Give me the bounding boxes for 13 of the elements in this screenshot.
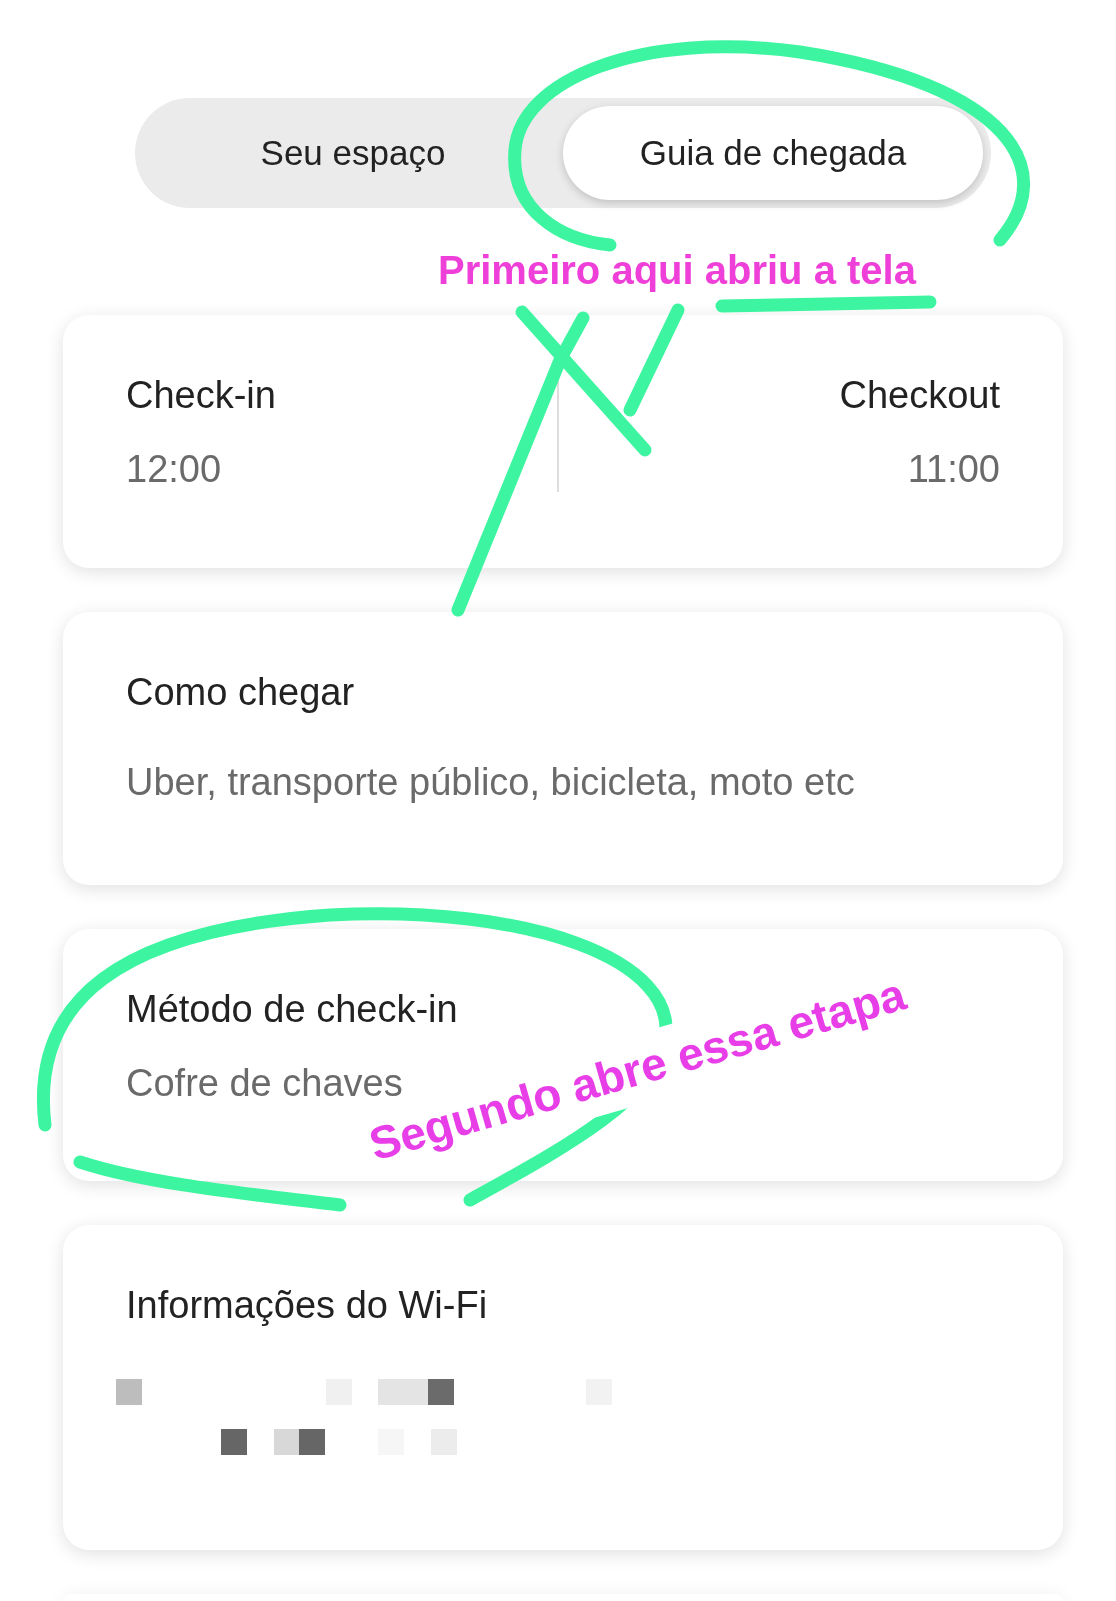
card[interactable]: Check-in 12:00 Checkout 11:00 — [63, 315, 1063, 568]
card[interactable]: Informações do Wi-Fi — [63, 1225, 1063, 1550]
time-value: 11:00 — [907, 446, 1000, 492]
time-label: Check-in — [126, 373, 276, 418]
card-subtitle: Uber, transporte público, bicicleta, moto etc — [126, 759, 855, 805]
card-title: Informações do Wi-Fi — [126, 1283, 488, 1328]
time-label: Checkout — [839, 373, 1000, 418]
tab[interactable]: Guia de chegada — [563, 106, 983, 200]
time-value: 12:00 — [126, 446, 222, 492]
annotation-text: Primeiro aqui abriu a tela — [438, 250, 916, 290]
tab[interactable]: Seu espaço — [143, 106, 563, 200]
card-title: Como chegar — [126, 670, 355, 715]
card[interactable]: Como chegar Uber, transporte público, bicicleta, moto etc — [63, 612, 1063, 885]
